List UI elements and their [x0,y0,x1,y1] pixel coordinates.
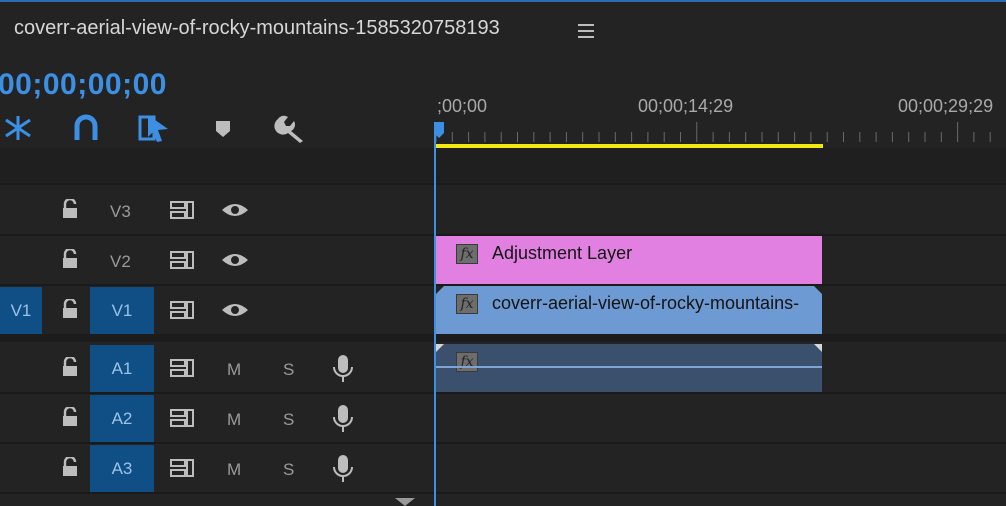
linked-selection-icon[interactable] [138,113,170,143]
microphone-icon[interactable] [332,454,354,484]
sequence-tab-title[interactable]: coverr-aerial-view-of-rocky-mountains-15… [14,17,500,40]
track-target-a1[interactable]: A1 [90,345,154,392]
clip-name: coverr-aerial-view-of-rocky-mountains- [492,293,800,313]
clip-video[interactable]: fx coverr-aerial-view-of-rocky-mountains… [436,286,822,334]
fx-badge[interactable]: fx [456,244,478,264]
panel-menu-icon[interactable] [578,24,594,38]
ruler-label-end: 00;00;29;29 [898,96,994,116]
playhead-timecode[interactable]: 00;00;00;00 [0,68,167,102]
track-row-v3 [0,185,1006,235]
divider [0,392,1006,394]
track-target-v1[interactable]: V1 [90,287,154,334]
sync-lock-icon[interactable] [169,200,195,220]
clip-adjustment-layer[interactable]: fx Adjustment Layer [436,236,822,284]
divider [0,492,1006,494]
sync-lock-icon[interactable] [169,458,195,478]
fx-badge[interactable]: fx [456,352,478,372]
clip-corner-marker [814,286,822,294]
divider [0,183,1006,185]
ruler-label-middle: 00;00;14;29 [638,96,734,116]
insert-overwrite-icon[interactable] [4,114,34,142]
window-top-border [0,0,1006,2]
wrench-settings-icon[interactable] [274,114,306,144]
lock-icon[interactable] [60,249,80,269]
snap-magnet-icon[interactable] [73,114,99,142]
add-marker-icon[interactable] [214,120,232,138]
timeline-header-strip [0,148,1006,182]
solo-button-a3[interactable]: S [283,460,294,480]
track-target-a3[interactable]: A3 [90,445,154,492]
mute-button-a2[interactable]: M [227,410,241,430]
lock-icon[interactable] [60,199,80,219]
mute-button-a3[interactable]: M [227,460,241,480]
solo-button-a1[interactable]: S [283,360,294,380]
track-label-v3[interactable]: V3 [110,202,131,222]
sync-lock-icon[interactable] [169,250,195,270]
source-patch-v1[interactable]: V1 [0,287,42,334]
clip-audio[interactable]: fx [436,344,822,392]
clip-corner-marker [814,344,822,352]
video-audio-divider[interactable] [0,334,1006,342]
ruler-label-start: ;00;00 [437,96,488,116]
lock-icon[interactable] [60,407,80,427]
lock-icon[interactable] [60,357,80,377]
mute-button-a1[interactable]: M [227,360,241,380]
audio-volume-line[interactable] [436,366,822,368]
eye-icon[interactable] [221,251,249,269]
lock-icon[interactable] [60,299,80,319]
track-label-v2[interactable]: V2 [110,252,131,272]
eye-icon[interactable] [221,301,249,319]
sync-lock-icon[interactable] [169,358,195,378]
playhead-handle[interactable] [433,121,445,139]
sync-lock-icon[interactable] [169,408,195,428]
clip-name: Adjustment Layer [492,243,633,263]
playhead-line[interactable] [434,130,436,506]
solo-button-a2[interactable]: S [283,410,294,430]
divider [0,442,1006,444]
microphone-icon[interactable] [332,354,354,384]
sync-lock-icon[interactable] [169,300,195,320]
microphone-icon[interactable] [332,404,354,434]
eye-icon[interactable] [221,201,249,219]
lock-icon[interactable] [60,457,80,477]
track-target-a2[interactable]: A2 [90,395,154,442]
time-ruler[interactable] [436,122,1006,144]
clip-corner-marker [436,344,444,352]
fx-badge[interactable]: fx [456,294,478,314]
clip-corner-marker [436,286,444,294]
chevron-down-icon[interactable] [394,498,416,506]
